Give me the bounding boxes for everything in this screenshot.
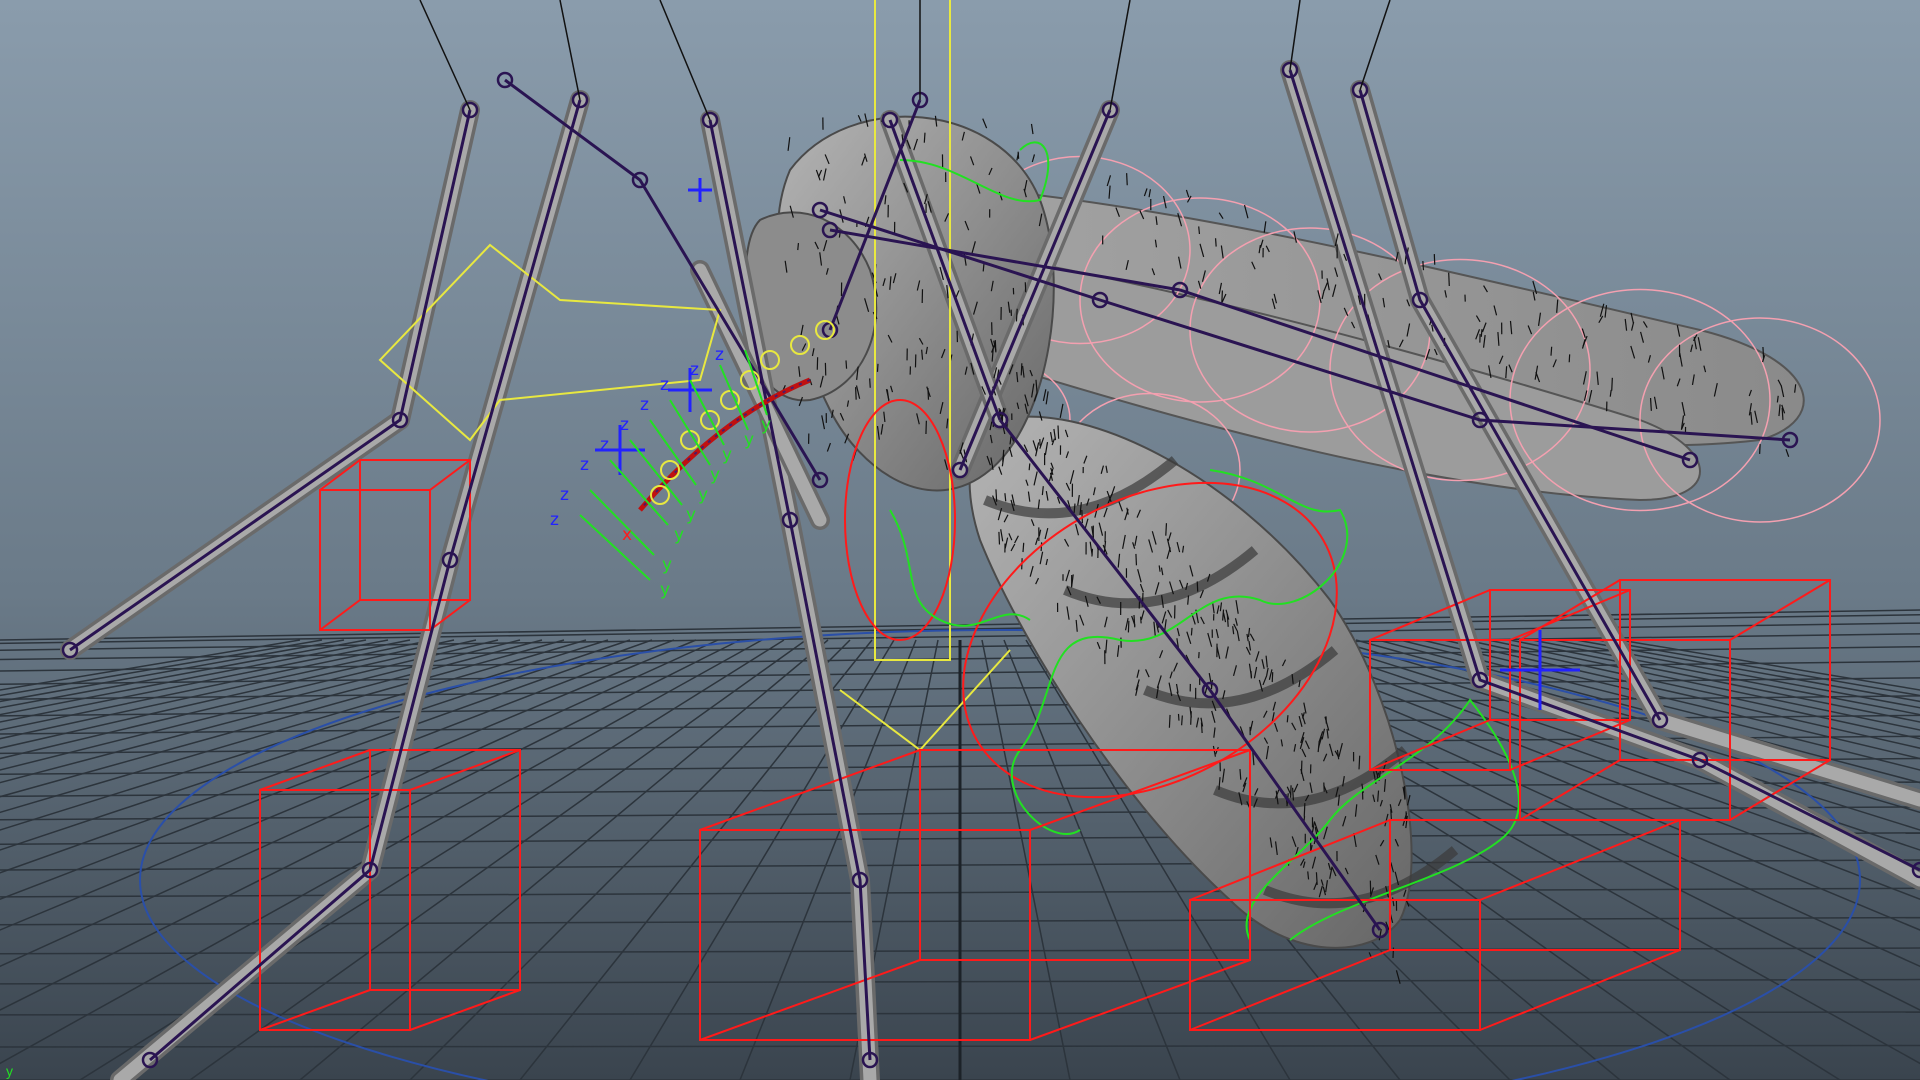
hair [1020,363,1023,376]
hair [1073,503,1076,513]
hair [1057,425,1060,439]
hair [1239,769,1242,780]
y-axis-label: y [744,430,754,450]
z-axis-label: z [715,345,724,365]
hair [1781,407,1784,420]
hair [1776,395,1779,403]
z-axis-label: z [690,360,699,380]
hair [1221,290,1223,304]
hair [1214,238,1217,247]
y-axis-label: y [761,415,771,435]
hair [1480,329,1483,337]
hair [1550,346,1553,356]
hair [1611,377,1613,391]
3d-viewport[interactable]: z y z y z y z y z y z y z y z y z y x y [0,0,1920,1080]
hair [1015,308,1018,322]
hair [982,263,985,272]
y-axis-label: y [686,505,696,525]
y-axis-label: y [710,465,720,485]
hair [1505,366,1508,379]
hair [1165,523,1168,536]
hair [1307,871,1310,880]
hair [1286,715,1289,723]
hair [994,340,997,353]
hair [869,378,871,388]
hair [1126,173,1128,186]
hair [855,387,857,400]
hair [1198,226,1201,235]
y-axis-label: y [722,445,732,465]
hair [1135,553,1138,566]
hair [797,243,800,251]
hair [1181,715,1183,726]
hair [1022,542,1025,553]
z-axis-label: z [600,435,609,455]
hair [1133,615,1136,628]
hair [995,489,998,502]
hair [1291,787,1295,801]
z-axis-label: z [660,375,669,395]
hair [1004,493,1007,502]
z-axis-label: z [580,455,589,475]
hair [998,531,1001,545]
hair [1187,595,1190,605]
hair [1762,346,1765,359]
hair [1315,872,1318,885]
hair [1303,803,1306,817]
hair [1448,272,1450,287]
y-axis-label: y [660,580,670,600]
hair [923,132,926,143]
x-axis-label: x [622,525,632,545]
corner-axis-label: y [6,1063,13,1079]
hair [1190,627,1193,636]
hair [1422,261,1425,271]
z-axis-label: z [550,510,559,530]
z-axis-label: z [640,395,649,415]
hair [1649,397,1652,411]
hair [927,387,930,400]
hair [1168,714,1171,728]
hair [845,360,848,369]
hair [1028,463,1031,471]
y-axis-label: y [698,485,708,505]
z-axis-label: z [560,485,569,505]
z-axis-label: z [620,415,629,435]
y-axis-label: y [674,525,684,545]
hair [1358,755,1361,770]
y-axis-label: y [662,555,672,575]
scene-canvas[interactable]: z y z y z y z y z y z y z y z y z y x y [0,0,1920,1080]
